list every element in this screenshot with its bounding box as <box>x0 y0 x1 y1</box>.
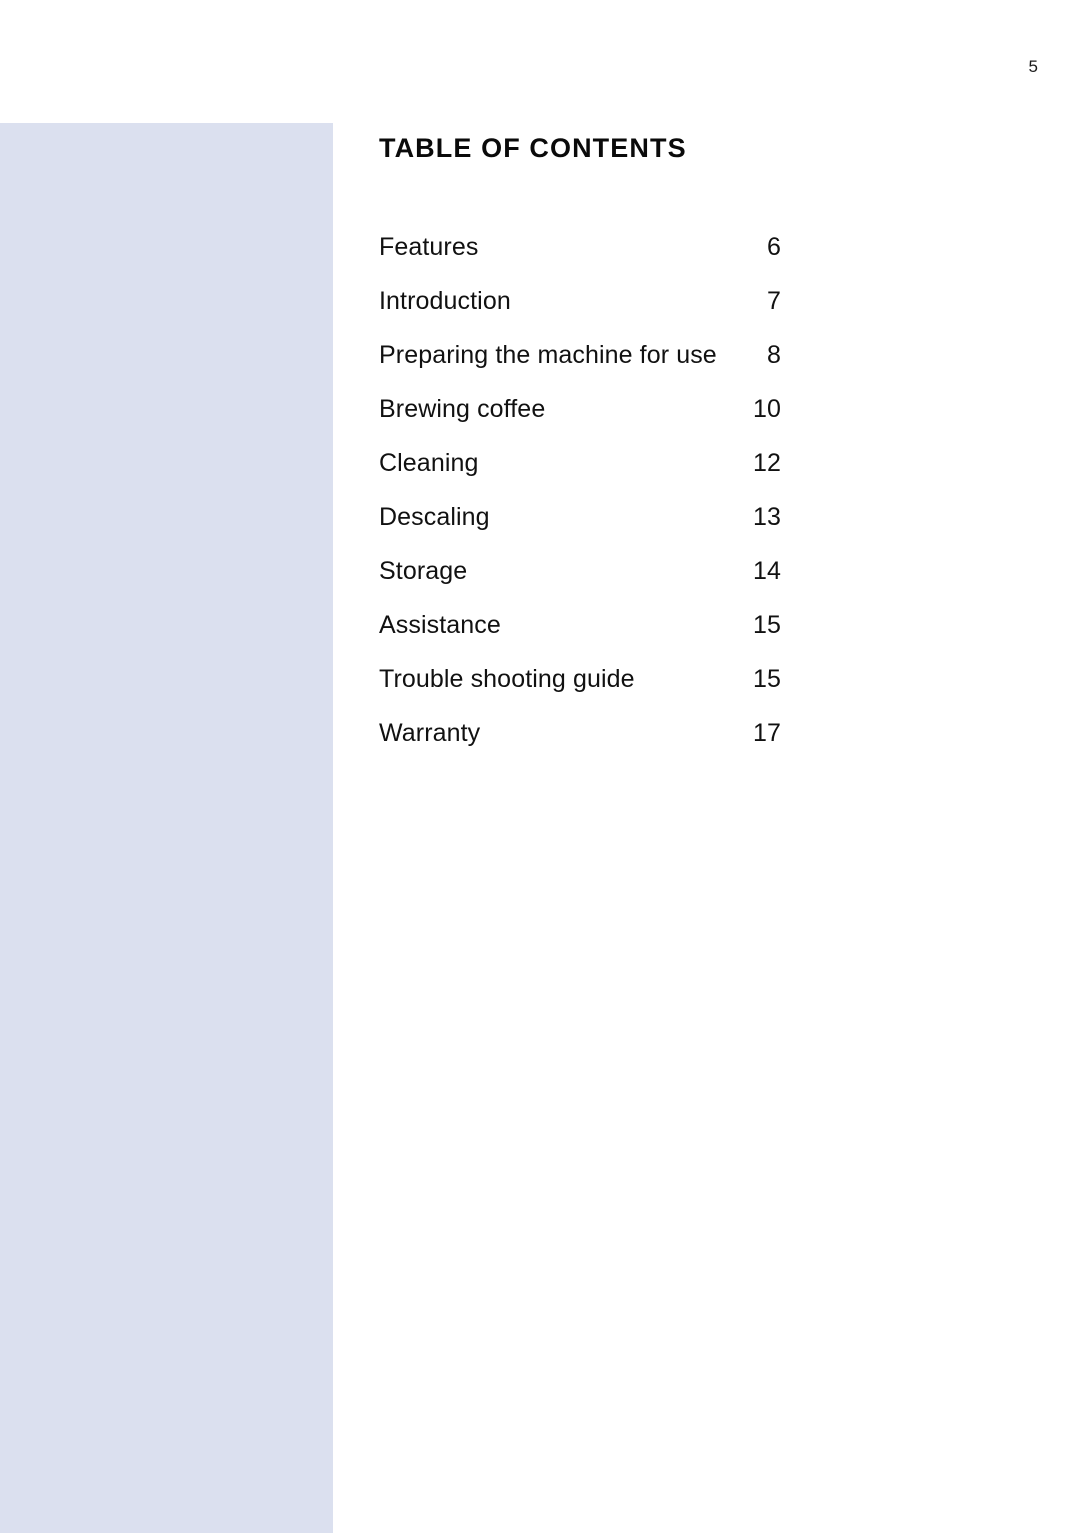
toc-entry-label: Introduction <box>379 286 511 315</box>
toc-entry-label: Cleaning <box>379 448 479 477</box>
toc-entry-label: Assistance <box>379 610 501 639</box>
toc-entry-page: 7 <box>766 286 781 315</box>
toc-entry-page: 12 <box>752 448 781 477</box>
toc-entry-page: 10 <box>752 394 781 423</box>
decorative-side-panel <box>0 123 333 1533</box>
toc-entry-label: Descaling <box>379 502 490 531</box>
toc-entry-page: 15 <box>752 664 781 693</box>
toc-entry-label: Storage <box>379 556 468 585</box>
toc-entry-label: Trouble shooting guide <box>379 664 635 693</box>
page-title: TABLE OF CONTENTS <box>379 133 687 163</box>
list-item[interactable]: Warranty 17 <box>379 706 781 760</box>
document-page: 5 TABLE OF CONTENTS Features 6 Introduct… <box>0 0 1080 1533</box>
page-number: 5 <box>1028 57 1038 76</box>
list-item[interactable]: Cleaning 12 <box>379 436 781 490</box>
list-item[interactable]: Assistance 15 <box>379 598 781 652</box>
list-item[interactable]: Features 6 <box>379 220 781 274</box>
toc-entry-page: 15 <box>752 610 781 639</box>
toc-entry-page: 13 <box>752 502 781 531</box>
page-content: TABLE OF CONTENTS Features 6 Introductio… <box>379 133 781 760</box>
list-item[interactable]: Storage 14 <box>379 544 781 598</box>
toc-entry-label: Brewing coffee <box>379 394 546 423</box>
toc-entry-page: 6 <box>766 232 781 261</box>
toc-entry-page: 17 <box>752 718 781 747</box>
table-of-contents-list: Features 6 Introduction 7 Preparing the … <box>379 220 781 760</box>
toc-entry-label: Preparing the machine for use <box>379 340 717 369</box>
list-item[interactable]: Preparing the machine for use 8 <box>379 328 781 382</box>
list-item[interactable]: Trouble shooting guide 15 <box>379 652 781 706</box>
toc-entry-label: Features <box>379 232 479 261</box>
toc-entry-label: Warranty <box>379 718 481 747</box>
toc-entry-page: 8 <box>766 340 781 369</box>
list-item[interactable]: Introduction 7 <box>379 274 781 328</box>
list-item[interactable]: Brewing coffee 10 <box>379 382 781 436</box>
toc-entry-page: 14 <box>752 556 781 585</box>
list-item[interactable]: Descaling 13 <box>379 490 781 544</box>
